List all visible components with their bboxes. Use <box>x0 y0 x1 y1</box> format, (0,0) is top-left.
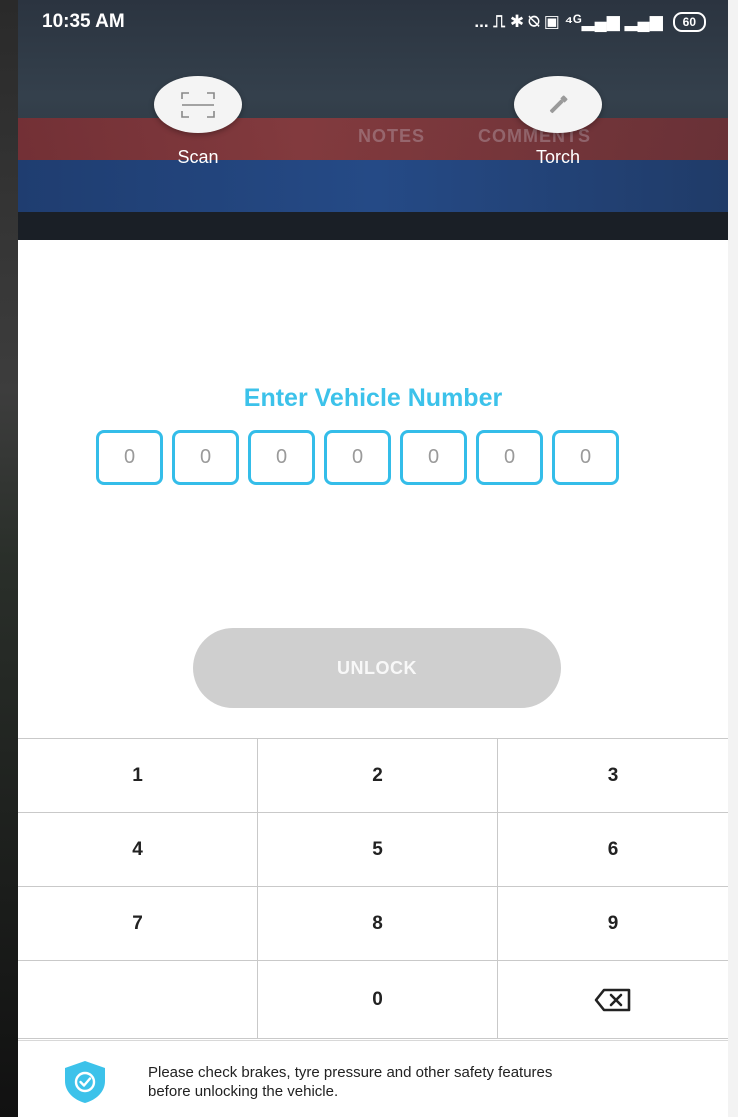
key-5[interactable]: 5 <box>258 813 498 887</box>
digit-box[interactable]: 0 <box>248 430 315 485</box>
key-7[interactable]: 7 <box>18 887 258 961</box>
status-time: 10:35 AM <box>42 11 125 32</box>
unlock-button[interactable]: UNLOCK <box>193 628 561 708</box>
key-1[interactable]: 1 <box>18 739 258 813</box>
digit-box[interactable]: 0 <box>476 430 543 485</box>
camera-preview: NOTES COMMENTS 10:35 AM ... ⎍ ✱ ⍉ ▣ ⁴ᴳ▂▄… <box>18 0 728 240</box>
status-bar: 10:35 AM ... ⎍ ✱ ⍉ ▣ ⁴ᴳ▂▄▆ ▂▄▆ 60 <box>18 0 728 44</box>
scan-icon <box>181 91 215 118</box>
status-indicator-icons: ... ⎍ ✱ ⍉ ▣ ⁴ᴳ▂▄▆ ▂▄▆ <box>474 12 663 31</box>
status-icons: ... ⎍ ✱ ⍉ ▣ ⁴ᴳ▂▄▆ ▂▄▆ 60 <box>474 12 706 32</box>
digit-box[interactable]: 0 <box>552 430 619 485</box>
key-4[interactable]: 4 <box>18 813 258 887</box>
torch-button[interactable]: Torch <box>513 76 603 168</box>
camera-bg-band <box>18 212 728 240</box>
digit-box[interactable]: 0 <box>400 430 467 485</box>
page-title: Enter Vehicle Number <box>243 384 503 412</box>
digit-box[interactable]: 0 <box>172 430 239 485</box>
backspace-icon <box>594 988 631 1011</box>
key-empty <box>18 961 258 1039</box>
shield-check-icon <box>65 1061 105 1103</box>
camera-bg-band <box>18 160 728 218</box>
camera-bg-text: NOTES <box>358 126 426 146</box>
torch-icon <box>549 95 568 113</box>
numeric-keypad: 1 2 3 4 5 6 7 8 9 0 <box>18 738 728 1039</box>
background-edge <box>0 0 18 1117</box>
key-6[interactable]: 6 <box>498 813 728 887</box>
backspace-key[interactable] <box>498 961 728 1039</box>
key-0[interactable]: 0 <box>258 961 498 1039</box>
key-9[interactable]: 9 <box>498 887 728 961</box>
scan-circle[interactable] <box>154 76 242 133</box>
digit-box[interactable]: 0 <box>324 430 391 485</box>
safety-notice-line: before unlocking the vehicle. <box>148 1083 339 1100</box>
background-edge-right <box>728 0 738 1117</box>
torch-circle[interactable] <box>514 76 602 133</box>
app-screen: NOTES COMMENTS 10:35 AM ... ⎍ ✱ ⍉ ▣ ⁴ᴳ▂▄… <box>18 0 728 1117</box>
digit-box[interactable]: 0 <box>96 430 163 485</box>
safety-notice-line: Please check brakes, tyre pressure and o… <box>148 1064 553 1081</box>
scan-button[interactable]: Scan <box>153 76 243 168</box>
scan-label: Scan <box>177 147 219 167</box>
torch-label: Torch <box>535 147 580 167</box>
key-2[interactable]: 2 <box>258 739 498 813</box>
vehicle-number-input[interactable]: 0 0 0 0 0 0 0 <box>96 430 619 485</box>
safety-notice-text: Please check brakes, tyre pressure and o… <box>148 1063 708 1101</box>
key-3[interactable]: 3 <box>498 739 728 813</box>
battery-icon: 60 <box>672 12 706 32</box>
key-8[interactable]: 8 <box>258 887 498 961</box>
safety-notice: Please check brakes, tyre pressure and o… <box>18 1040 728 1117</box>
